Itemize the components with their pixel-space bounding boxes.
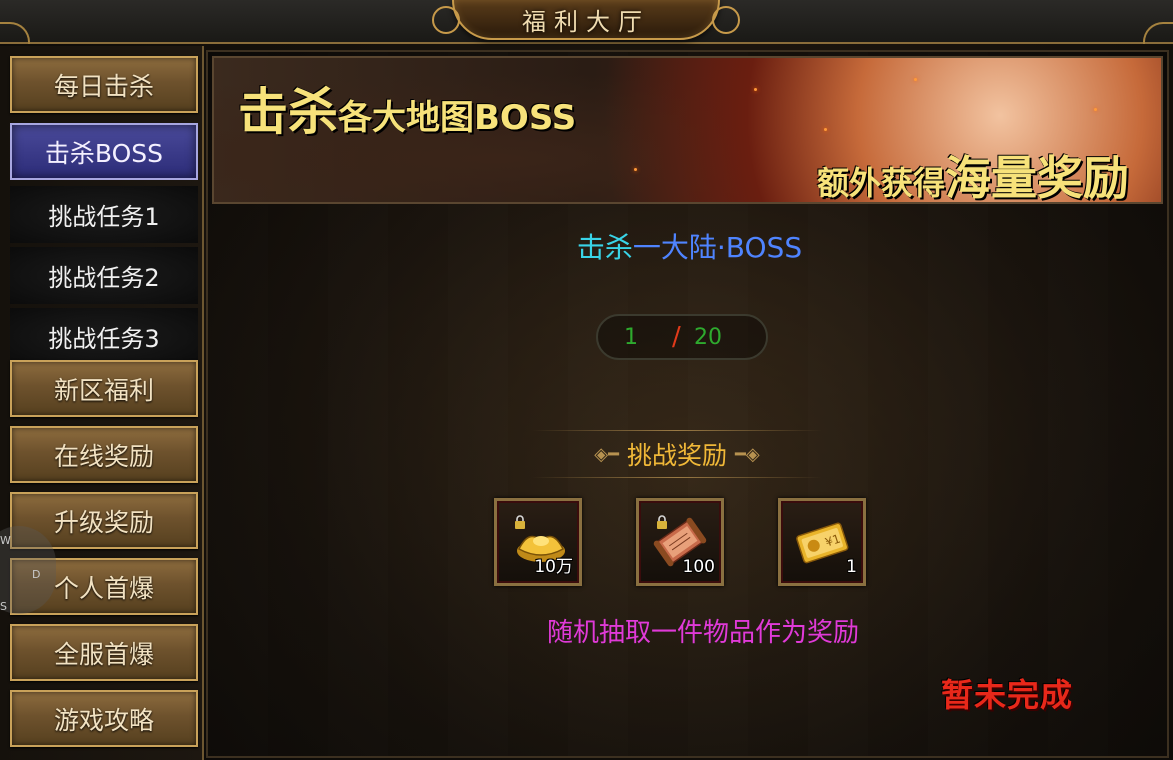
boss-title: 击杀一大陆·BOSS bbox=[208, 226, 1171, 266]
ornament-left-icon: ◈━ bbox=[594, 443, 619, 465]
reward-qty-1: 10万 bbox=[534, 557, 573, 577]
sidebar-item-challenge-2[interactable]: 挑战任务2 bbox=[10, 247, 198, 304]
reward-slot-2[interactable]: 100 bbox=[636, 498, 724, 586]
banner-line1-big: 击杀 bbox=[238, 83, 338, 141]
float-letter-s: S bbox=[0, 600, 7, 613]
banner-line2-big: 海量奖励 bbox=[945, 151, 1129, 204]
status-badge: 暂未完成 bbox=[940, 676, 1073, 714]
reward-hint: 随机抽取一件物品作为奖励 bbox=[546, 618, 859, 648]
reward-header: ◈━ 挑战奖励 ━◈ bbox=[532, 430, 822, 478]
float-letter-w: W bbox=[0, 534, 11, 547]
sidebar-item-kill-boss[interactable]: 击杀BOSS bbox=[10, 123, 198, 180]
frame-corner-left bbox=[0, 22, 30, 44]
sidebar: 每日击杀 击杀BOSS 挑战任务1 挑战任务2 挑战任务3 新区福利 在线奖励 … bbox=[0, 46, 204, 760]
window-title: 福利大厅 bbox=[522, 8, 650, 36]
boss-title-kill: 击杀 bbox=[576, 231, 633, 264]
float-letter-d: D bbox=[32, 568, 41, 581]
reward-slot-1[interactable]: 10万 bbox=[494, 498, 582, 586]
sidebar-item-online-reward[interactable]: 在线奖励 bbox=[10, 426, 198, 483]
lock-icon bbox=[515, 515, 525, 529]
gold-card-icon: ¥1 bbox=[796, 522, 849, 564]
banner-line2-small: 额外获得 bbox=[816, 164, 945, 202]
sidebar-item-new-server[interactable]: 新区福利 bbox=[10, 360, 198, 417]
title-plate: 福利大厅 bbox=[432, 0, 740, 40]
banner-headline: 击杀各大地图BOSS bbox=[238, 72, 576, 144]
boss-title-target: 一大陆·BOSS bbox=[632, 231, 803, 264]
progress-total: 20 bbox=[694, 324, 722, 350]
sidebar-item-challenge-3[interactable]: 挑战任务3 bbox=[10, 308, 198, 365]
frame-corner-right bbox=[1143, 22, 1173, 44]
reward-slot-3[interactable]: ¥1 1 bbox=[778, 498, 866, 586]
sidebar-item-server-first[interactable]: 全服首爆 bbox=[10, 624, 198, 681]
banner-subline: 额外获得海量奖励 bbox=[816, 142, 1129, 204]
sidebar-item-challenge-1[interactable]: 挑战任务1 bbox=[10, 186, 198, 243]
top-bar: 福利大厅 bbox=[0, 0, 1173, 44]
lock-icon bbox=[657, 515, 667, 529]
banner-line1-small: 各大地图BOSS bbox=[338, 98, 577, 138]
event-banner: 击杀各大地图BOSS 额外获得海量奖励 bbox=[212, 56, 1163, 204]
kill-progress: 1 / 20 bbox=[596, 314, 768, 360]
sidebar-item-game-guide[interactable]: 游戏攻略 bbox=[10, 690, 198, 747]
sidebar-item-daily-kill[interactable]: 每日击杀 bbox=[10, 56, 198, 113]
reward-qty-3: 1 bbox=[846, 557, 857, 577]
reward-qty-2: 100 bbox=[682, 557, 715, 577]
ornament-right-icon: ━◈ bbox=[735, 443, 760, 465]
reward-header-label: 挑战奖励 bbox=[626, 441, 727, 470]
content-panel: 击杀各大地图BOSS 额外获得海量奖励 击杀一大陆·BOSS 1 / 20 ◈━… bbox=[206, 50, 1169, 758]
progress-separator: / bbox=[672, 322, 681, 352]
progress-current: 1 bbox=[624, 324, 638, 350]
